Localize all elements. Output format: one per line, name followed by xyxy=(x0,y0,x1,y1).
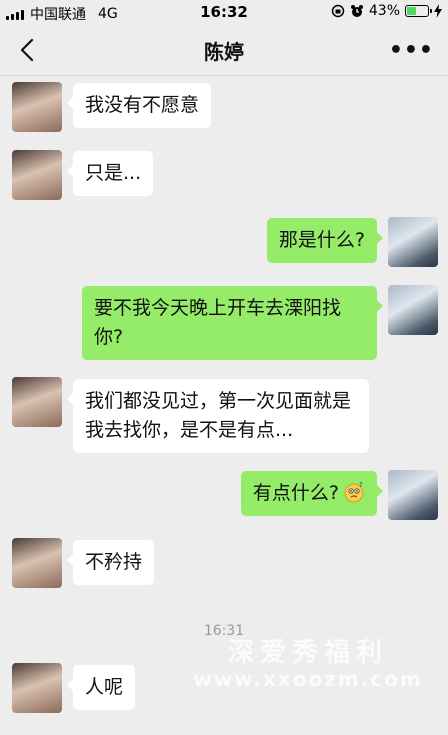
my-avatar[interactable] xyxy=(388,285,438,335)
watermark-line2: www.xxoozm.com xyxy=(193,667,423,691)
message-text: 我们都没见过，第一次见面就是我去找你，是不是有点... xyxy=(85,390,352,441)
chat-timestamp: 16:31 xyxy=(203,623,245,639)
message-text: 那是什么? xyxy=(278,229,365,251)
message-text: 要不我今天晚上开车去溧阳找你? xyxy=(94,297,342,348)
contact-avatar[interactable] xyxy=(12,82,62,132)
battery-percent: 43% xyxy=(368,3,400,19)
message-bubble-incoming[interactable]: 人呢 xyxy=(66,665,136,710)
svg-text:?: ? xyxy=(359,481,363,489)
contact-avatar[interactable] xyxy=(12,663,62,713)
message-bubble-incoming[interactable]: 我们都没见过，第一次见面就是我去找你，是不是有点... xyxy=(67,379,369,453)
more-options-button[interactable]: ••• xyxy=(389,38,434,63)
message-text: 有点什么? xyxy=(252,482,339,504)
message-bubble-incoming[interactable]: 只是... xyxy=(66,151,154,196)
charging-icon xyxy=(434,4,442,18)
message-bubble-outgoing[interactable]: 要不我今天晚上开车去溧阳找你? xyxy=(82,286,383,360)
contact-avatar[interactable] xyxy=(12,377,62,427)
rotation-lock-icon xyxy=(331,4,345,18)
battery-icon xyxy=(405,5,432,17)
contact-avatar[interactable] xyxy=(12,538,62,588)
status-bar: 中国联通 4G 16:32 43% xyxy=(0,0,448,24)
message-bubble-incoming[interactable]: 不矜持 xyxy=(66,540,155,585)
watermark-line1: 深爱秀福利 xyxy=(227,638,388,668)
message-bubble-incoming[interactable]: 我没有不愿意 xyxy=(66,83,212,128)
message-text: 我没有不愿意 xyxy=(85,94,200,116)
watermark: 深爱秀福利 www.xxoozm.com xyxy=(178,640,438,692)
status-right: 43% xyxy=(331,3,442,19)
alarm-icon xyxy=(350,5,363,17)
confused-face-icon: ? xyxy=(344,481,364,503)
message-text: 只是... xyxy=(85,162,142,184)
chat-title: 陈婷 xyxy=(204,40,244,64)
message-text: 不矜持 xyxy=(85,551,143,573)
message-bubble-outgoing[interactable]: 有点什么? ? xyxy=(240,471,384,516)
contact-avatar[interactable] xyxy=(12,150,62,200)
my-avatar[interactable] xyxy=(388,217,438,267)
message-text: 人呢 xyxy=(85,676,124,698)
my-avatar[interactable] xyxy=(388,470,438,520)
message-bubble-outgoing[interactable]: 那是什么? xyxy=(266,218,384,263)
chat-header: 陈婷 ••• xyxy=(0,24,448,76)
